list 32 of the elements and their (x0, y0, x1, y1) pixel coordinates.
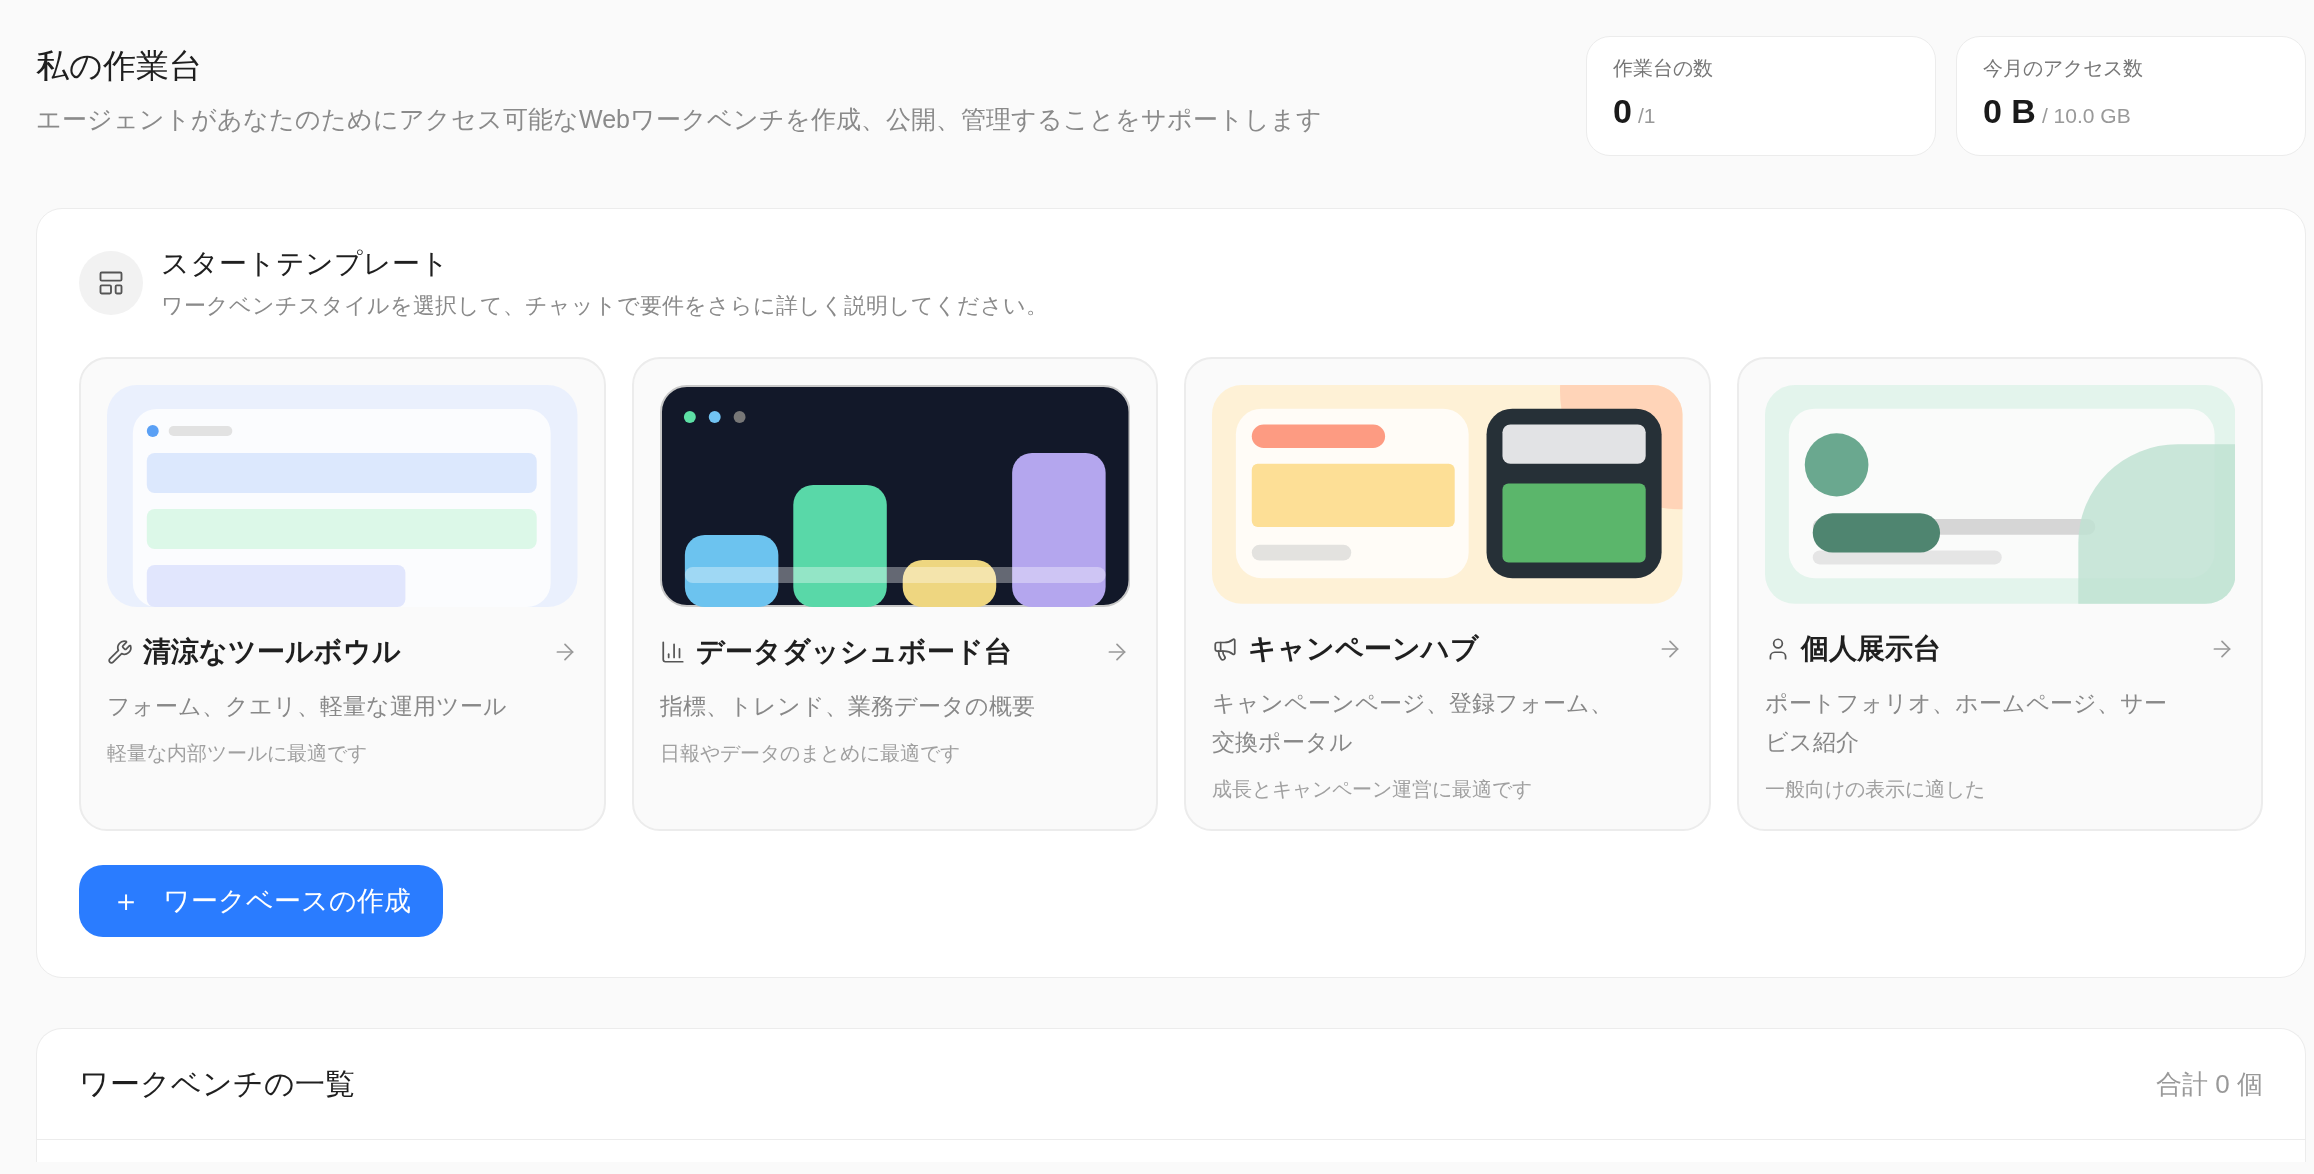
section-title: スタートテンプレート (161, 247, 450, 281)
stat-total: /1 (1637, 104, 1656, 128)
stat-total: / 10.0 GB (2041, 104, 2131, 128)
card-note: 日報やデータのまとめに最適です (659, 741, 961, 767)
card-description: キャンペーンページ、登録フォーム、交換ポータル (1212, 688, 1614, 757)
stat-value: 0 B (1983, 92, 2036, 131)
create-workspace-button[interactable]: ＋ ワークベースの作成 (79, 865, 443, 937)
card-title: 清涼なツールボウル (143, 635, 402, 669)
bar-chart-icon (659, 639, 686, 665)
list-total: 合計 0 個 (2156, 1067, 2263, 1101)
card-description: ポートフォリオ、ホームページ、サービス紹介 (1764, 688, 2168, 757)
page-subtitle: エージェントがあなたのためにアクセス可能なWebワークベンチを作成、公開、管理することをサポートします (36, 104, 1322, 135)
card-title: 個人展示台 (1800, 631, 1942, 666)
card-description: 指標、トレンド、業務データの概要 (659, 692, 1036, 721)
stat-label: 今月のアクセス数 (1983, 56, 2144, 81)
section-subtitle: ワークベンチスタイルを選択して、チャットで要件をさらに詳しく説明してください。 (161, 292, 1048, 320)
template-card[interactable]: 清涼なツールボウル フォーム、クエリ、軽量な運用ツール 軽量な内部ツールに最適です (79, 357, 606, 831)
card-note: 一般向けの表示に適した (1764, 777, 1986, 802)
card-note: 軽量な内部ツールに最適です (107, 741, 368, 767)
megaphone-icon (1212, 635, 1238, 662)
stat-label: 作業台の数 (1613, 56, 1714, 81)
card-note: 成長とキャンペーン運営に最適です (1212, 777, 1533, 802)
template-card[interactable]: キャンペーンハブ キャンペーンページ、登録フォーム、交換ポータル 成長とキャンペーン運営に最適です (1184, 357, 1711, 831)
wrench-icon (107, 639, 133, 665)
card-title: キャンペーンハブ (1248, 631, 1480, 666)
list-title: ワークベンチの一覧 (79, 1065, 355, 1102)
card-title: データダッシュボード台 (695, 635, 1013, 669)
card-description: フォーム、クエリ、軽量な運用ツール (107, 692, 508, 721)
template-card[interactable]: データダッシュボード台 指標、トレンド、業務データの概要 日報やデータのまとめに最適です (631, 357, 1158, 831)
stat-value: 0 (1613, 92, 1632, 131)
template-card[interactable]: 個人展示台 ポートフォリオ、ホームページ、サービス紹介 一般向けの表示に適した (1736, 357, 2263, 831)
page-title: 私の作業台 (36, 46, 203, 86)
